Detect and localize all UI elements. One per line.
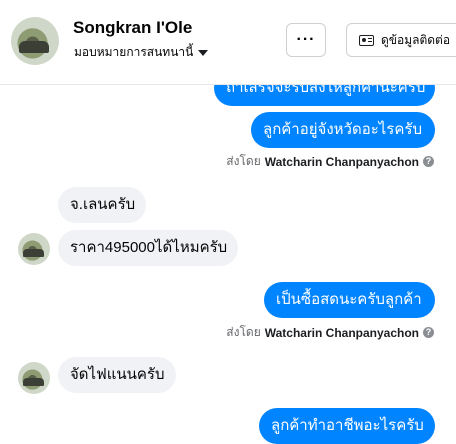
more-options-button[interactable]: ··· xyxy=(286,23,326,57)
sent-by-prefix: ส่งโดย xyxy=(226,325,261,339)
message-bubble-outgoing[interactable]: ลูกค้าทำอาชีพอะไรครับ xyxy=(259,408,435,444)
contact-avatar-small[interactable] xyxy=(18,362,50,394)
view-contact-label: ดูข้อมูลติดต่อ xyxy=(381,32,451,47)
sent-by-label: ส่งโดย Watcharin Chanpanyachon ? xyxy=(226,152,434,171)
sent-by-label: ส่งโดย Watcharin Chanpanyachon ? xyxy=(226,323,434,342)
sent-by-agent: Watcharin Chanpanyachon xyxy=(264,154,419,169)
question-circle-icon[interactable]: ? xyxy=(423,156,434,167)
message-bubble-outgoing[interactable]: เป็นซื้อสดนะครับลูกค้า xyxy=(264,282,435,318)
message-bubble-incoming[interactable]: จัดไฟแนนครับ xyxy=(58,357,176,393)
message-bubble-outgoing[interactable]: ลูกค้าอยู่จังหวัดอะไรครับ xyxy=(251,112,435,148)
contact-avatar[interactable] xyxy=(11,17,59,65)
view-contact-button[interactable]: ดูข้อมูลติดต่อ xyxy=(346,23,456,57)
contact-name[interactable]: Songkran I'Ole xyxy=(73,18,192,38)
sent-by-agent: Watcharin Chanpanyachon xyxy=(264,325,419,340)
caret-down-icon xyxy=(198,49,209,56)
contact-card-icon xyxy=(359,34,374,46)
sent-by-prefix: ส่งโดย xyxy=(226,154,261,168)
contact-avatar-small[interactable] xyxy=(18,233,50,265)
message-bubble-incoming[interactable]: จ.เลนครับ xyxy=(58,187,146,223)
assign-conversation-label: มอบหมายการสนทนานี้ xyxy=(74,45,194,59)
assign-conversation-dropdown[interactable]: มอบหมายการสนทนานี้ xyxy=(74,43,209,62)
more-icon: ··· xyxy=(296,31,316,48)
question-circle-icon[interactable]: ? xyxy=(423,327,434,338)
message-bubble-incoming[interactable]: ราคา495000ได้ไหมครับ xyxy=(58,230,238,266)
conversation-header: Songkran I'Ole มอบหมายการสนทนานี้ ··· ดู… xyxy=(0,0,456,85)
